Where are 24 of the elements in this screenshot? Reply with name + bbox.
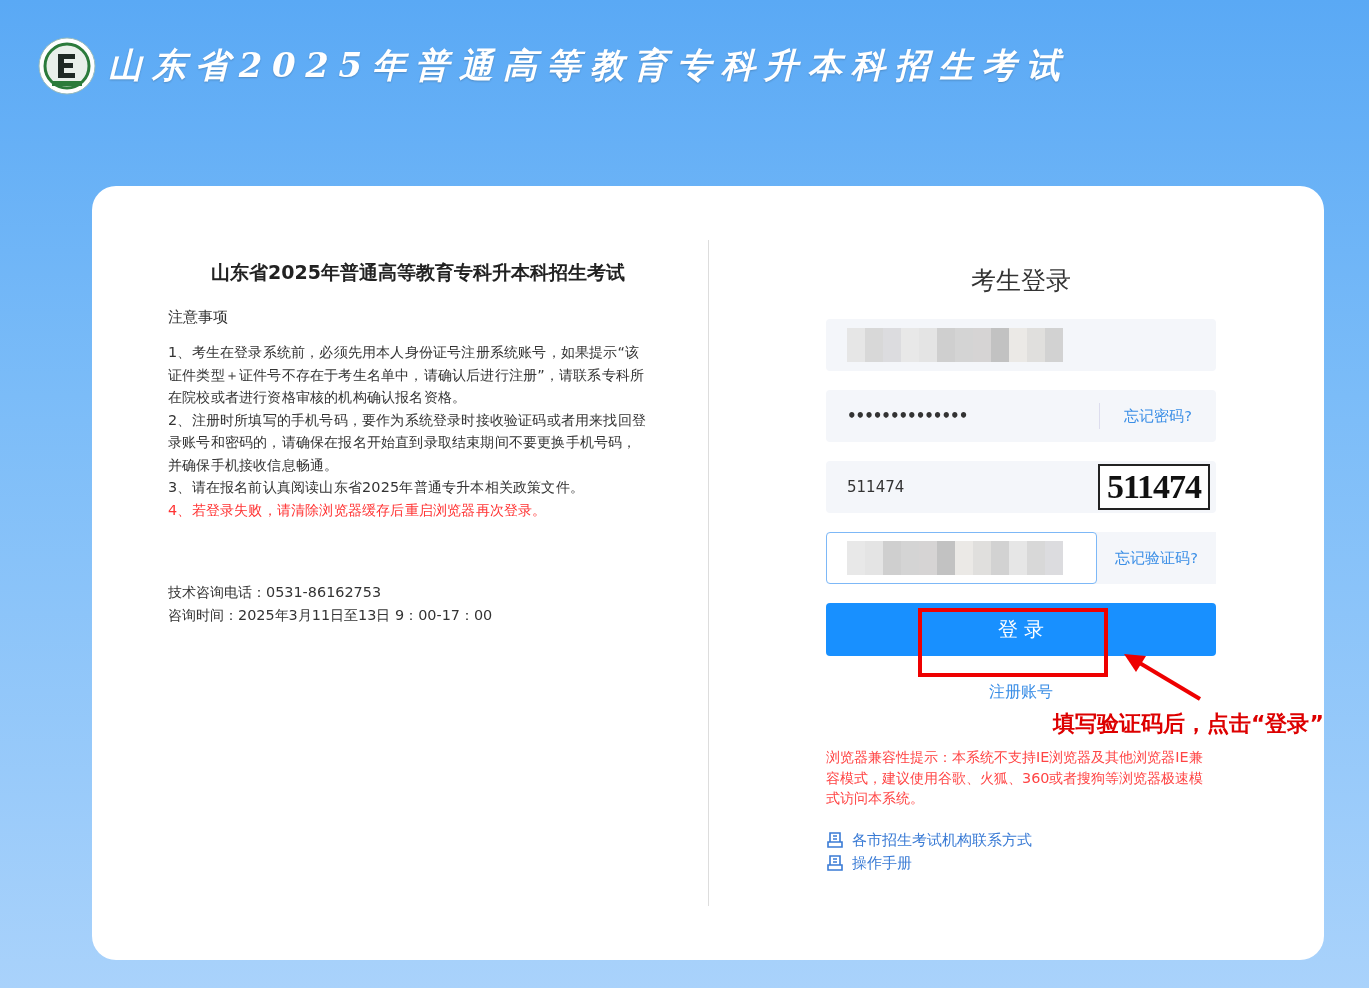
compatibility-notice: 浏览器兼容性提示：本系统不支持IE浏览器及其他浏览器IE兼容模式，建议使用谷歌、火狐、360或者搜狗等浏览器极速模式访问本系统。	[826, 748, 1205, 808]
login-title: 考生登录	[970, 265, 1072, 297]
input-field[interactable]	[826, 532, 1098, 584]
register-link[interactable]: 注册账号	[989, 682, 1053, 703]
document-icon	[826, 854, 844, 872]
emblem-logo	[38, 37, 96, 95]
contact-info: 技术咨询电话：0531-86162753	[168, 583, 383, 602]
notice-heading: 注意事项	[168, 308, 229, 327]
resource-link[interactable]: 操作手册	[852, 853, 912, 873]
forgot-link[interactable]: 忘记密码?	[1099, 403, 1216, 429]
annotation-text: 填写验证码后，点击“登录”	[1053, 710, 1324, 738]
contact-info: 咨询时间：2025年3月11日至13日 9：00-17：00	[168, 605, 494, 625]
notice-item: 4、若登录失败，请清除浏览器缓存后重启浏览器再次登录。	[168, 500, 548, 520]
notice-title: 山东省2025年普通高等教育专科升本科招生考试	[210, 260, 626, 285]
captcha-image[interactable]: 511474	[1098, 464, 1210, 510]
notice-item: 2、注册时所填写的手机号码，要作为系统登录时接收验证码或者用来找回登录账号和密码的，请确保在报名开始直到录取结束期间不要更换手机号码，并确保手机接收信息畅通。	[168, 410, 647, 475]
site-title: 山东省2025年普通高等教育专科升本科招生考试	[108, 44, 1070, 87]
notice-item: 3、请在报名前认真阅读山东省2025年普通专升本相关政策文件。	[168, 478, 585, 497]
notice-item: 1、考生在登录系统前，必须先用本人身份证号注册系统账号，如果提示“该证件类型＋证件号不存在于考生名单中，请确认后进行注册”，请联系专科所在院校或者进行资格审核的机构确认报名资格。	[168, 343, 646, 407]
resource-link[interactable]: 各市招生考试机构联系方式	[852, 830, 1032, 850]
input-field[interactable]: ••••••••••••••	[826, 390, 1100, 442]
document-icon	[826, 831, 844, 849]
input-field[interactable]: 511474	[826, 461, 1098, 513]
login-button[interactable]: 登 录	[826, 603, 1216, 656]
